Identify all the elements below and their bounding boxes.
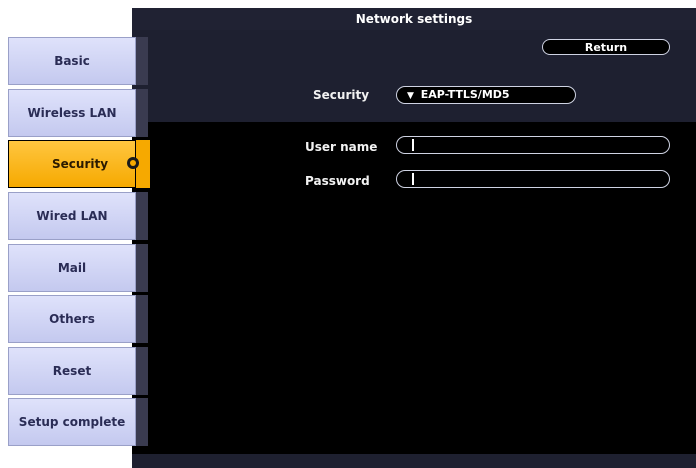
tab-edge: [136, 37, 148, 85]
footer-area: [132, 454, 696, 468]
selected-indicator-icon: [127, 157, 139, 169]
username-label: User name: [305, 140, 378, 154]
security-selected-value: EAP-TTLS/MD5: [420, 88, 510, 101]
sidebar-item-setup-complete[interactable]: Setup complete: [8, 398, 148, 446]
tab-edge: [136, 347, 148, 395]
sidebar-item-label: Mail: [8, 244, 136, 292]
sidebar-item-label: Wired LAN: [8, 192, 136, 240]
security-dropdown[interactable]: ▼ EAP-TTLS/MD5: [396, 86, 576, 104]
sidebar-item-label: Basic: [8, 37, 136, 85]
username-field[interactable]: [396, 136, 670, 154]
security-label: Security: [313, 88, 370, 102]
tab-edge: [136, 89, 148, 137]
text-cursor: [412, 173, 414, 185]
sidebar-item-reset[interactable]: Reset: [8, 347, 148, 395]
sidebar-item-security[interactable]: Security: [8, 140, 150, 188]
sidebar-item-label: Setup complete: [8, 398, 136, 446]
tab-edge: [136, 398, 148, 446]
return-button[interactable]: Return: [542, 39, 670, 55]
tab-edge: [136, 192, 148, 240]
tab-edge: [136, 295, 148, 343]
sidebar-item-others[interactable]: Others: [8, 295, 148, 343]
dropdown-arrow-icon: ▼: [407, 91, 414, 101]
sidebar-item-wireless-lan[interactable]: Wireless LAN: [8, 89, 148, 137]
password-field[interactable]: [396, 170, 670, 188]
sidebar-item-label: Security: [8, 140, 136, 188]
tab-edge: [136, 244, 148, 292]
sidebar-item-label: Reset: [8, 347, 136, 395]
sidebar-item-wired-lan[interactable]: Wired LAN: [8, 192, 148, 240]
text-cursor: [412, 139, 414, 151]
window-title: Network settings: [132, 8, 696, 30]
sidebar-item-mail[interactable]: Mail: [8, 244, 148, 292]
sidebar-item-basic[interactable]: Basic: [8, 37, 148, 85]
settings-panel: Network settings Return Security ▼ EAP-T…: [132, 8, 696, 468]
sidebar-item-label: Others: [8, 295, 136, 343]
sidebar-item-label: Wireless LAN: [8, 89, 136, 137]
password-label: Password: [305, 174, 370, 188]
